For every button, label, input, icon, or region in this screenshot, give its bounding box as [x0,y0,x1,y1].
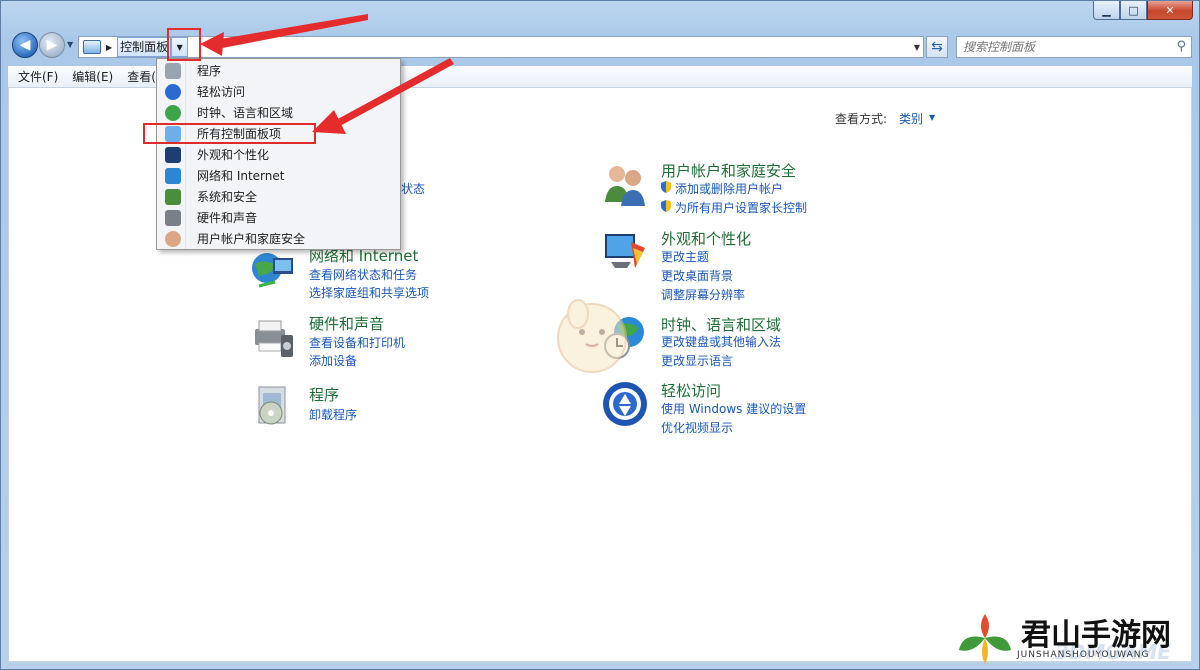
category-user-accounts-title[interactable]: 用户帐户和家庭安全 [661,160,796,181]
dropdown-item-appearance[interactable]: 外观和个性化 [159,144,398,165]
menu-file[interactable]: 文件(F) [18,68,58,85]
link-view-network-status[interactable]: 查看网络状态和任务 [309,266,417,283]
view-by-label: 查看方式: [835,112,888,126]
dropdown-label: 外观和个性化 [197,148,270,162]
link-adjust-resolution[interactable]: 调整屏幕分辨率 [661,286,745,303]
category-ease-of-access: 轻松访问 使用 Windows 建议的设置 优化视频显示 [601,380,921,436]
clock-globe-icon [165,104,181,121]
appearance-monitor-icon [165,146,181,163]
dropdown-label: 所有控制面板项 [197,127,282,141]
watermark-text: 君山手游网 [1021,618,1171,653]
category-user-accounts: 用户帐户和家庭安全 添加或删除用户帐户 为所有用户设置家长控制 [601,160,921,220]
programs-icon [258,386,286,425]
control-panel-icon [83,40,101,54]
refresh-icon: ⇆ [931,39,943,55]
breadcrumb-control-panel[interactable]: 控制面板 [117,37,172,57]
view-by-arrow-icon[interactable]: ▼ [929,113,935,122]
view-by-dropdown[interactable]: 类别 [899,110,923,127]
recent-pages-arrow-icon[interactable]: ▼ [67,40,73,49]
printer-icon [165,209,181,226]
address-history-arrow-icon[interactable]: ▼ [914,43,920,52]
dropdown-item-hardware[interactable]: 硬件和声音 [159,207,398,228]
watermark-mascot-icon [557,299,627,373]
network-globe-icon [252,253,293,288]
system-security-icon [165,188,181,205]
category-clock-title[interactable]: 时钟、语言和区域 [661,314,781,335]
category-programs-title[interactable]: 程序 [309,384,339,405]
site-watermark: 3DMGAME 君山手游网 JUNSHANSHOUYOUWANG [955,610,1195,666]
link-homegroup-sharing[interactable]: 选择家庭组和共享选项 [309,284,429,301]
uac-shield-icon [661,181,671,193]
link-uninstall-program[interactable]: 卸载程序 [309,406,357,423]
forward-button[interactable]: ▶ [39,32,65,58]
dropdown-item-system[interactable]: 系统和安全 [159,186,398,207]
dropdown-item-clock[interactable]: 时钟、语言和区域 [159,102,398,123]
dropdown-label: 网络和 Internet [197,169,285,183]
link-change-wallpaper[interactable]: 更改桌面背景 [661,267,733,284]
link-change-theme[interactable]: 更改主题 [661,248,709,265]
address-bar[interactable]: ▶ 控制面板 ▼ ▼ [78,36,924,58]
category-clock-region: 时钟、语言和区域 更改键盘或其他输入法 更改显示语言 [601,314,921,370]
ease-of-access-icon [165,83,181,100]
link-windows-recommended[interactable]: 使用 Windows 建议的设置 [661,400,806,417]
programs-icon [165,62,181,79]
forward-arrow-icon: ▶ [46,37,58,53]
dropdown-item-ease[interactable]: 轻松访问 [159,81,398,102]
printer-icon [255,320,293,357]
category-network: 网络和 Internet 查看网络状态和任务 选择家庭组和共享选项 [249,246,549,306]
link-optimize-display[interactable]: 优化视频显示 [661,419,733,436]
link-parental-controls[interactable]: 为所有用户设置家长控制 [675,199,807,216]
category-ease-title[interactable]: 轻松访问 [661,380,721,401]
menu-edit[interactable]: 编辑(E) [72,68,113,85]
uac-shield-icon [661,200,671,212]
category-appearance-title[interactable]: 外观和个性化 [661,228,751,249]
category-programs: 程序 卸载程序 [249,383,549,433]
dropdown-item-network[interactable]: 网络和 Internet [159,165,398,186]
network-globe-icon [165,167,181,184]
category-appearance: 外观和个性化 更改主题 更改桌面背景 调整屏幕分辨率 [601,228,921,302]
category-hardware-title[interactable]: 硬件和声音 [309,313,384,334]
search-input[interactable] [957,37,1167,57]
dropdown-item-all-items[interactable]: 所有控制面板项 [143,123,316,144]
dropdown-label: 硬件和声音 [197,211,258,225]
dropdown-item-programs[interactable]: 程序 [159,60,398,81]
menu-view[interactable]: 查看( [127,68,156,85]
back-arrow-icon: ◀ [19,37,31,53]
annotation-highlight-box [167,28,201,61]
minimize-button[interactable]: ▁ [1093,1,1120,20]
search-icon[interactable]: ⚲ [1176,39,1186,54]
users-icon [605,166,645,206]
ease-of-access-icon [603,382,647,426]
dropdown-label: 时钟、语言和区域 [197,106,294,120]
dropdown-label: 用户帐户和家庭安全 [197,232,306,246]
watermark-logo-icon [959,614,1011,664]
link-add-remove-accounts[interactable]: 添加或删除用户帐户 [675,180,783,197]
link-devices-printers[interactable]: 查看设备和打印机 [309,334,405,351]
link-change-keyboard[interactable]: 更改键盘或其他输入法 [661,333,781,350]
back-button[interactable]: ◀ [12,32,38,58]
control-panel-icon [165,125,181,142]
link-add-device[interactable]: 添加设备 [309,352,357,369]
caption-buttons: ▁ □ ✕ [1093,1,1193,20]
link-change-display-language[interactable]: 更改显示语言 [661,352,733,369]
maximize-button[interactable]: □ [1120,1,1147,20]
dropdown-label: 系统和安全 [197,190,258,204]
dropdown-item-user[interactable]: 用户帐户和家庭安全 [159,228,398,249]
users-icon [165,230,181,247]
refresh-button[interactable]: ⇆ [926,36,948,58]
watermark-subtext: JUNSHANSHOUYOUWANG [1017,650,1150,660]
search-box[interactable]: ⚲ [956,36,1192,58]
category-hardware: 硬件和声音 查看设备和打印机 添加设备 [249,313,549,373]
appearance-monitor-icon [605,234,645,268]
system-security-partial-link[interactable]: 状态 [401,180,425,197]
dropdown-label: 轻松访问 [197,85,246,99]
breadcrumb-dropdown-menu: 程序 轻松访问 时钟、语言和区域 所有控制面板项 外观和个性化 网络和 Inte… [143,58,401,250]
breadcrumb-separator-icon[interactable]: ▶ [106,43,112,52]
dropdown-label: 程序 [197,64,222,78]
close-button[interactable]: ✕ [1147,1,1193,20]
